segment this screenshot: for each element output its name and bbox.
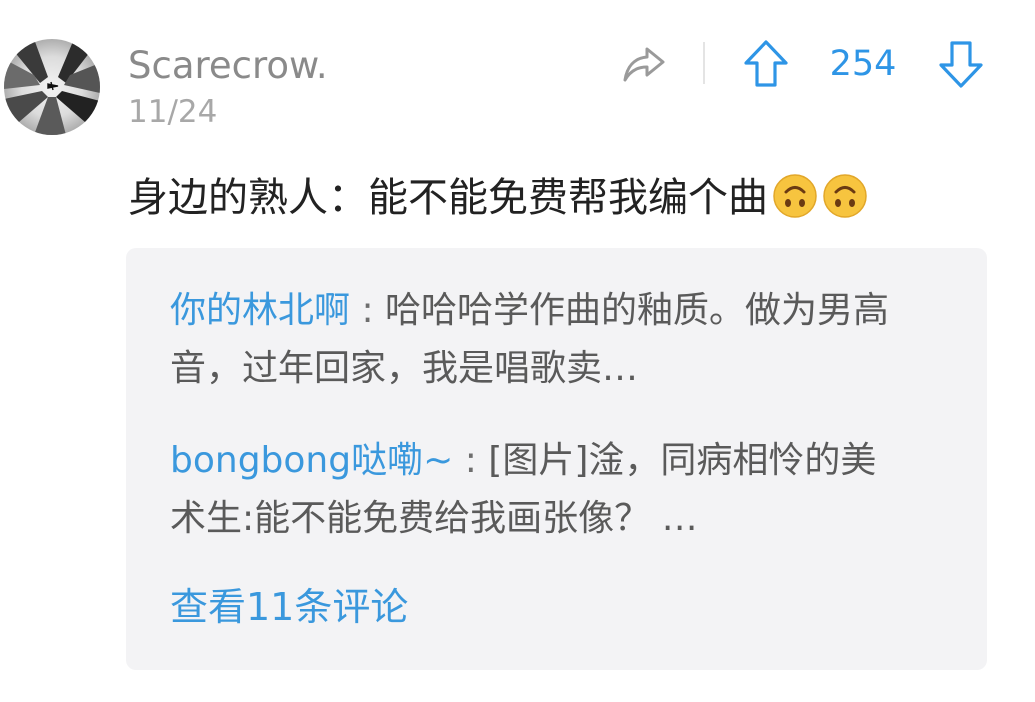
comment-preview-box[interactable]: 你的林北啊 : 哈哈哈学作曲的釉质。做为男高音，过年回家，我是唱歌卖… bong… bbox=[126, 248, 987, 670]
avatar[interactable] bbox=[4, 39, 100, 135]
view-more-comments-link[interactable]: 查看11条评论 bbox=[170, 576, 408, 631]
share-arrow-icon bbox=[623, 47, 665, 82]
username[interactable]: Scarecrow. bbox=[128, 44, 328, 87]
comment-item[interactable]: 你的林北啊 : 哈哈哈学作曲的釉质。做为男高音，过年回家，我是唱歌卖… bbox=[170, 282, 910, 398]
upvote-button[interactable] bbox=[742, 38, 790, 90]
comment-separator: : bbox=[350, 290, 386, 331]
comment-separator: : bbox=[453, 440, 489, 481]
upside-down-face-emoji bbox=[822, 173, 868, 219]
comment-author[interactable]: 你的林北啊 bbox=[170, 290, 350, 331]
comment-item[interactable]: bongbong哒嘞~ : [图片]淦，同病相怜的美术生:能不能免费给我画张像？… bbox=[170, 432, 910, 548]
downvote-button[interactable] bbox=[937, 38, 985, 90]
post-content: 身边的熟人：能不能免费帮我编个曲 bbox=[128, 170, 868, 226]
vote-count: 254 bbox=[829, 44, 897, 84]
upside-down-face-emoji bbox=[772, 173, 818, 219]
arrow-up-icon bbox=[744, 40, 788, 87]
post-text: 身边的熟人：能不能免费帮我编个曲 bbox=[128, 175, 768, 221]
post-date: 11/24 bbox=[128, 94, 218, 130]
comment-author[interactable]: bongbong哒嘞~ bbox=[170, 440, 453, 481]
share-button[interactable] bbox=[620, 40, 668, 88]
arrow-down-icon bbox=[939, 41, 983, 88]
action-divider bbox=[703, 42, 705, 84]
